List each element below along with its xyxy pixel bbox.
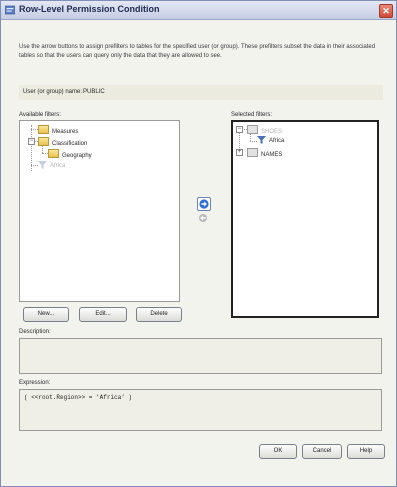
arrow-right-icon xyxy=(199,199,209,209)
tree-item-label: NAMES xyxy=(261,152,283,158)
add-filter-button[interactable] xyxy=(197,197,211,211)
tree-connector xyxy=(250,141,257,142)
tree-item-label: Measures xyxy=(52,129,79,135)
app-icon xyxy=(5,5,15,15)
filter-icon xyxy=(38,161,47,169)
tree-item-label: SHOES xyxy=(261,129,283,135)
tree-connector xyxy=(31,129,38,130)
tree-item-classification[interactable]: Classification xyxy=(38,137,87,147)
delete-filter-button[interactable]: Delete xyxy=(136,307,182,322)
permission-dialog: Row-Level Permission Condition ✕ Use the… xyxy=(0,0,397,487)
remove-filter-button[interactable] xyxy=(197,212,209,224)
table-icon xyxy=(247,125,258,134)
tree-item-label: Africa xyxy=(269,138,285,144)
new-filter-button[interactable]: New... xyxy=(23,307,69,322)
tree-item-shoes[interactable]: SHOES xyxy=(247,125,282,135)
expand-toggle[interactable]: + xyxy=(236,149,243,156)
close-button[interactable]: ✕ xyxy=(379,4,393,18)
tree-connector xyxy=(31,165,38,166)
tree-item-geography[interactable]: Geography xyxy=(48,149,92,159)
selected-filters-tree[interactable]: − SHOES Africa + NAMES xyxy=(231,120,379,318)
dialog-title: Row-Level Permission Condition xyxy=(19,4,160,14)
tree-item-label: Africa xyxy=(50,163,66,169)
expression-field[interactable]: ( <<root.Region>> = 'Africa' ) xyxy=(19,389,382,431)
expression-label: Expression: xyxy=(19,380,51,386)
folder-icon xyxy=(38,137,49,146)
user-row: User (or group) name: PUBLIC xyxy=(19,85,383,100)
tree-item-africa-selected[interactable]: Africa xyxy=(257,136,284,144)
arrow-left-icon xyxy=(199,214,207,222)
expression-value: ( <<root.Region>> = 'Africa' ) xyxy=(24,394,133,401)
instructions-text: Use the arrow buttons to assign prefilte… xyxy=(19,44,376,59)
ok-button[interactable]: OK xyxy=(259,444,297,459)
folder-icon xyxy=(38,125,49,134)
folder-icon xyxy=(48,149,59,158)
tree-item-measures[interactable]: Measures xyxy=(38,125,78,135)
selected-filters-label: Selected filters: xyxy=(231,112,273,118)
available-filters-label: Available filters: xyxy=(19,112,61,118)
available-filters-tree[interactable]: − Measures Classification Geography Afri… xyxy=(19,120,180,302)
tree-item-names[interactable]: NAMES xyxy=(247,148,282,158)
user-name-value: PUBLIC xyxy=(83,89,105,95)
tree-item-africa[interactable]: Africa xyxy=(38,161,65,169)
title-bar[interactable]: Row-Level Permission Condition ✕ xyxy=(1,1,396,20)
tree-item-label: Geography xyxy=(62,153,92,159)
description-label: Description: xyxy=(19,329,51,335)
user-name-label: User (or group) name: xyxy=(23,89,83,95)
collapse-toggle[interactable]: − xyxy=(28,138,35,145)
help-button[interactable]: Help xyxy=(347,444,385,459)
table-icon xyxy=(247,148,258,157)
cancel-button[interactable]: Cancel xyxy=(302,444,342,459)
description-field[interactable] xyxy=(19,338,382,374)
filter-icon xyxy=(257,136,266,144)
edit-filter-button[interactable]: Edit... xyxy=(79,307,127,322)
tree-connector xyxy=(250,134,251,141)
tree-item-label: Classification xyxy=(52,141,88,147)
